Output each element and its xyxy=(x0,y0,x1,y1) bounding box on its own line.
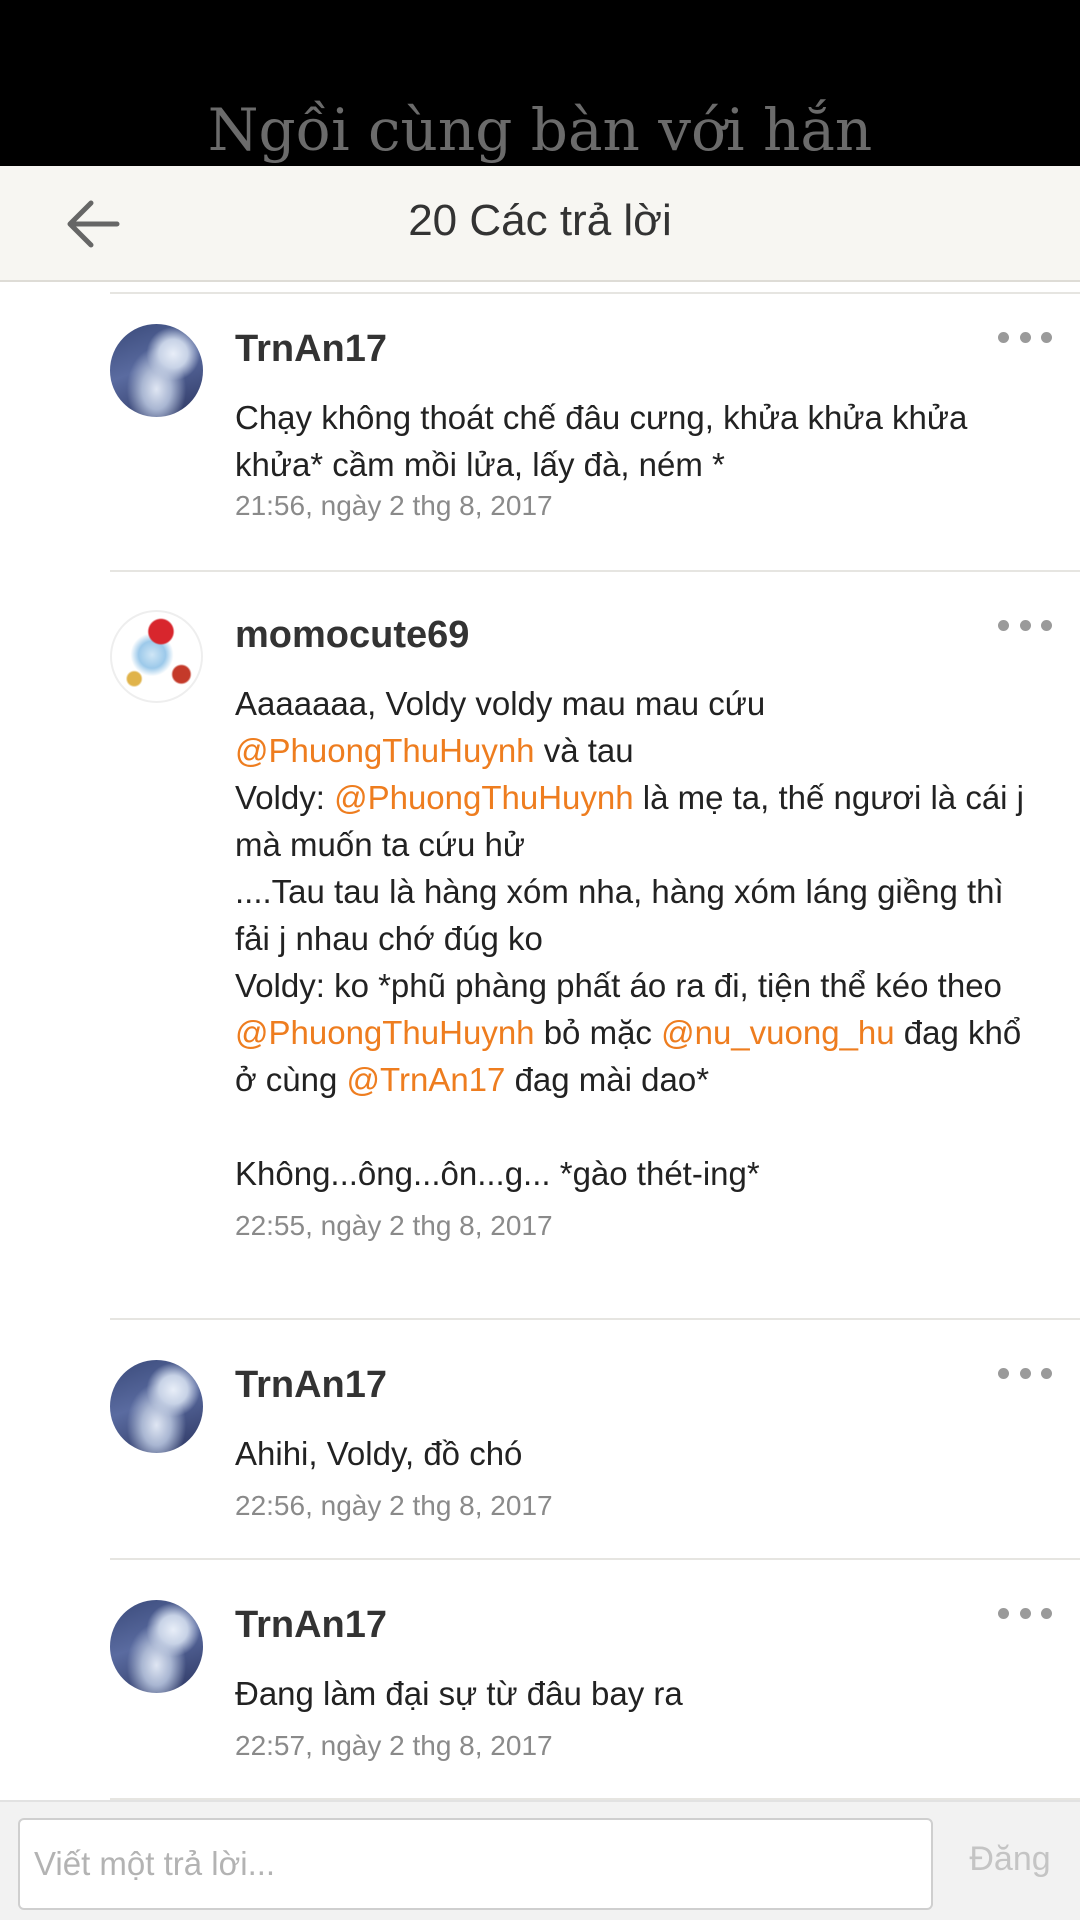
story-title: Ngồi cùng bàn với hắn xyxy=(207,96,873,164)
more-dot xyxy=(1041,619,1052,631)
comment-item: TrnAn17 Đang làm đại sự từ đâu bay ra 22… xyxy=(0,1560,1080,1800)
more-options-button[interactable] xyxy=(998,610,1052,640)
comment-body: Ahihi, Voldy, đồ chó xyxy=(235,1430,1055,1477)
comment-username[interactable]: TrnAn17 xyxy=(235,1364,387,1407)
mention-link[interactable]: @TrnAn17 xyxy=(347,1061,506,1098)
more-dot xyxy=(1041,1367,1052,1379)
avatar[interactable] xyxy=(110,1360,203,1453)
comment-body: Đang làm đại sự từ đâu bay ra xyxy=(235,1670,1055,1717)
more-dot xyxy=(1019,1607,1031,1619)
more-options-button[interactable] xyxy=(998,1598,1052,1628)
comment-text-line: khửa* cầm mồi lửa, lấy đà, ném * xyxy=(235,446,725,483)
comment-username[interactable]: momocute69 xyxy=(235,614,469,657)
comment-text: ở cùng xyxy=(235,1061,347,1098)
comment-timestamp: 21:56, ngày 2 thg 8, 2017 xyxy=(235,490,553,521)
comment-text: đag mài dao* xyxy=(505,1061,710,1098)
comment-username[interactable]: TrnAn17 xyxy=(235,328,387,371)
comment-timestamp: 22:57, ngày 2 thg 8, 2017 xyxy=(235,1730,553,1761)
avatar[interactable] xyxy=(110,610,203,703)
comment-text-line: mà muốn ta cứu hử xyxy=(235,826,525,863)
comment-text: Voldy: xyxy=(235,779,335,816)
reply-input[interactable] xyxy=(18,1818,933,1910)
more-horizontal-icon xyxy=(998,331,1009,343)
comment-text-line: Đang làm đại sự từ đâu bay ra xyxy=(235,1675,683,1712)
comment-item: TrnAn17 Chạy không thoát chế đâu cưng, k… xyxy=(0,322,1080,572)
more-horizontal-icon xyxy=(998,619,1009,631)
more-dot xyxy=(1019,331,1031,343)
more-dot xyxy=(1041,1607,1052,1619)
comment-body: Chạy không thoát chế đâu cưng, khửa khửa… xyxy=(235,394,1055,488)
comment-text: và tau xyxy=(534,732,634,769)
mention-link[interactable]: @PhuongThuHuynh xyxy=(334,779,634,816)
comment-timestamp: 22:56, ngày 2 thg 8, 2017 xyxy=(235,1490,553,1521)
comment-text-line: ....Tau tau là hàng xóm nha, hàng xóm lá… xyxy=(235,873,1004,910)
comment-text-line: Chạy không thoát chế đâu cưng, khửa khửa… xyxy=(235,399,968,436)
more-options-button[interactable] xyxy=(998,1358,1052,1388)
divider xyxy=(110,570,1080,572)
comment-text-line: fải j nhau chớ đúg ko xyxy=(235,920,543,957)
replies-header: 20 Các trả lời xyxy=(0,166,1080,282)
more-horizontal-icon xyxy=(998,1607,1009,1619)
comment-text-line: ở cùng @TrnAn17 đag mài dao* xyxy=(235,1056,1055,1103)
avatar[interactable] xyxy=(110,324,203,417)
more-dot xyxy=(1019,1367,1031,1379)
mention-link[interactable]: @nu_vuong_hu xyxy=(661,1014,895,1051)
story-title-bar: Ngồi cùng bàn với hắn xyxy=(0,0,1080,166)
comment-text-line: Aaaaaaa, Voldy voldy mau mau cứu xyxy=(235,685,766,722)
comment-text-line: Voldy: @PhuongThuHuynh là mẹ ta, thế ngư… xyxy=(235,774,1055,821)
comment-text: bỏ mặc xyxy=(534,1014,662,1051)
mention-link[interactable]: @PhuongThuHuynh xyxy=(235,1014,535,1051)
avatar[interactable] xyxy=(110,1600,203,1693)
comment-username[interactable]: TrnAn17 xyxy=(235,1604,387,1647)
mention-link[interactable]: @PhuongThuHuynh xyxy=(235,732,535,769)
more-options-button[interactable] xyxy=(998,322,1052,352)
page-title: 20 Các trả lời xyxy=(408,196,672,245)
more-dot xyxy=(1019,619,1031,631)
reply-bar: Đăng xyxy=(0,1800,1080,1920)
post-button[interactable]: Đăng xyxy=(955,1840,1065,1879)
comment-list[interactable]: TrnAn17 Chạy không thoát chế đâu cưng, k… xyxy=(0,282,1080,1800)
comment-timestamp: 22:55, ngày 2 thg 8, 2017 xyxy=(235,1210,553,1241)
comment-text-line: Voldy: ko *phũ phàng phất áo ra đi, tiện… xyxy=(235,967,1002,1004)
comment-item: TrnAn17 Ahihi, Voldy, đồ chó 22:56, ngày… xyxy=(0,1320,1080,1560)
comment-text-line: Không...ông...ôn...g... *gào thét-ing* xyxy=(235,1155,760,1192)
comment-text-line: @PhuongThuHuynh và tau xyxy=(235,727,1055,774)
more-horizontal-icon xyxy=(998,1367,1009,1379)
comment-text: đag khổ xyxy=(894,1014,1022,1051)
more-dot xyxy=(1041,331,1052,343)
divider xyxy=(110,292,1080,294)
comment-text-line: Ahihi, Voldy, đồ chó xyxy=(235,1435,523,1472)
comment-text-line: @PhuongThuHuynh bỏ mặc @nu_vuong_hu đag … xyxy=(235,1009,1055,1056)
comment-text: là mẹ ta, thế ngươi là cái j xyxy=(633,779,1025,816)
comment-item: momocute69 Aaaaaaa, Voldy voldy mau mau … xyxy=(0,610,1080,1320)
comment-body: Aaaaaaa, Voldy voldy mau mau cứu @Phuong… xyxy=(235,680,1055,1197)
